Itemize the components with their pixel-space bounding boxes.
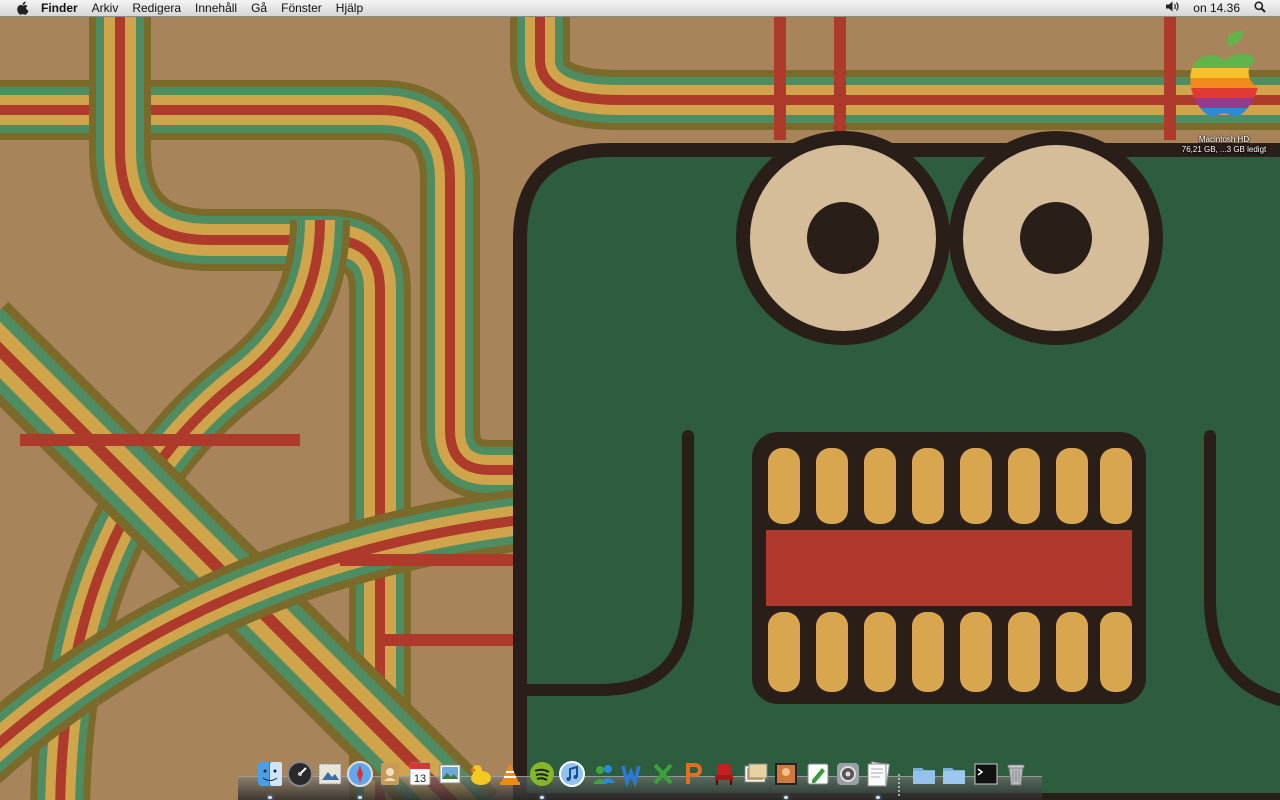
excel-x-icon[interactable] xyxy=(650,760,678,788)
speaker-volume-icon[interactable] xyxy=(1166,1,1179,15)
dashboard-icon[interactable] xyxy=(286,760,314,788)
spotify-icon[interactable] xyxy=(528,760,556,788)
mail-stamp-icon[interactable] xyxy=(316,760,344,788)
red-chair-icon[interactable] xyxy=(710,760,738,788)
system-preferences-icon[interactable] xyxy=(834,760,862,788)
preview-photos-icon[interactable] xyxy=(742,760,770,788)
trash-icon[interactable] xyxy=(1002,760,1030,788)
rainbow-apple-drive-icon xyxy=(1172,30,1276,135)
cyberduck-duck-icon[interactable] xyxy=(466,760,494,788)
menu-app-finder[interactable]: Finder xyxy=(41,1,78,15)
running-indicator xyxy=(876,796,880,799)
terminal-icon[interactable] xyxy=(972,760,1000,788)
documents-folder-icon[interactable] xyxy=(940,760,968,788)
ical-calendar-icon[interactable]: 13 xyxy=(406,760,434,788)
desktop-drive[interactable]: Macintosh HD 76,21 GB, ...3 GB ledigt xyxy=(1172,30,1276,155)
dock-separator xyxy=(898,774,900,798)
iphoto-icon[interactable] xyxy=(436,760,464,788)
word-w-icon[interactable] xyxy=(620,760,648,788)
svg-text:13: 13 xyxy=(414,773,426,785)
address-book-icon[interactable] xyxy=(376,760,404,788)
drive-info: 76,21 GB, ...3 GB ledigt xyxy=(1181,145,1267,154)
wallpaper xyxy=(0,0,1280,800)
messenger-people-icon[interactable] xyxy=(590,760,618,788)
drive-name: Macintosh HD xyxy=(1198,135,1250,144)
desktop: Finder Arkiv Redigera Innehåll Gå Fönste… xyxy=(0,0,1280,800)
running-indicator xyxy=(268,796,272,799)
menu-ga[interactable]: Gå xyxy=(251,1,267,15)
menu-clock[interactable]: on 14.36 xyxy=(1193,1,1240,15)
running-indicator xyxy=(358,796,362,799)
magnifier-icon[interactable] xyxy=(1254,0,1266,16)
itunes-icon[interactable] xyxy=(558,760,586,788)
textedit-pages-icon[interactable] xyxy=(864,760,892,788)
menu-fonster[interactable]: Fönster xyxy=(281,1,322,15)
menu-hjalp[interactable]: Hjälp xyxy=(336,1,363,15)
apple-logo-icon[interactable] xyxy=(14,1,32,15)
running-indicator xyxy=(784,796,788,799)
menu-extras: on 14.36 xyxy=(1166,0,1266,16)
menu-bar: Finder Arkiv Redigera Innehåll Gå Fönste… xyxy=(0,0,1280,17)
vlc-cone-icon[interactable] xyxy=(496,760,524,788)
finder-icon[interactable] xyxy=(256,760,284,788)
safari-compass-icon[interactable] xyxy=(346,760,374,788)
textedit-pen-icon[interactable] xyxy=(804,760,832,788)
dock: 13 xyxy=(238,756,1042,800)
photo-booth-icon[interactable] xyxy=(772,760,800,788)
menu-redigera[interactable]: Redigera xyxy=(132,1,181,15)
powerpoint-p-icon[interactable] xyxy=(680,760,708,788)
running-indicator xyxy=(540,796,544,799)
menu-arkiv[interactable]: Arkiv xyxy=(92,1,119,15)
applications-folder-icon[interactable] xyxy=(910,760,938,788)
menu-innehall[interactable]: Innehåll xyxy=(195,1,237,15)
